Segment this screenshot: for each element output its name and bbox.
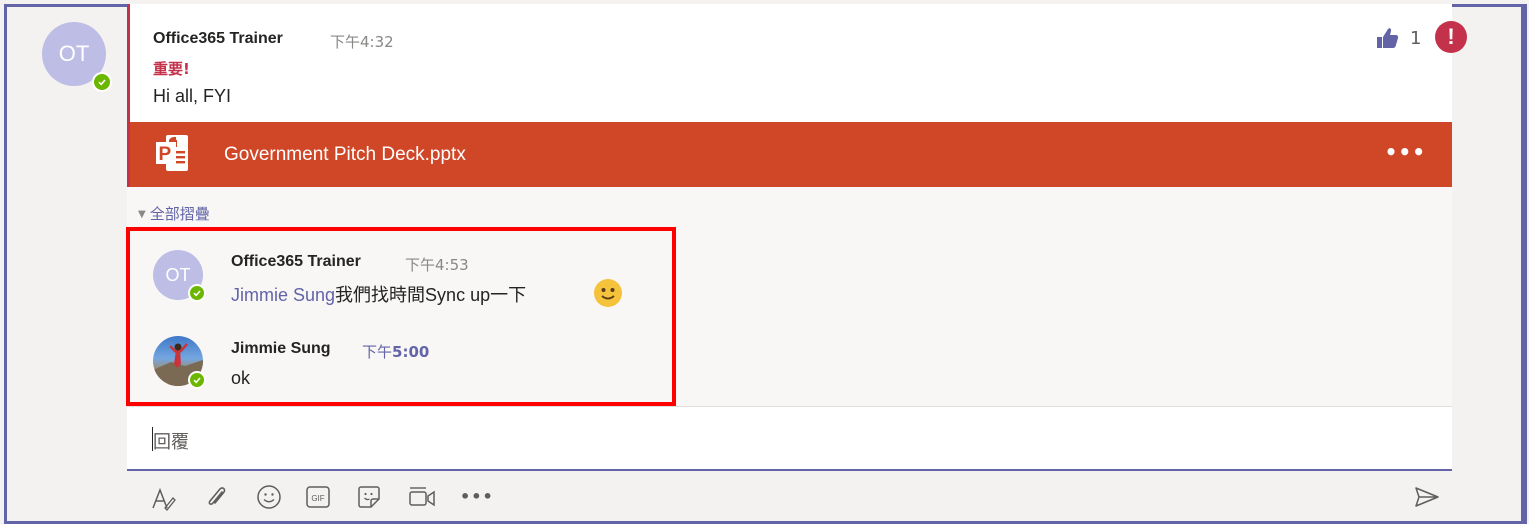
powerpoint-icon: P — [152, 134, 204, 178]
gif-icon[interactable]: GIF — [305, 484, 331, 514]
urgent-mark: ! — [1447, 24, 1455, 49]
reply-placeholder: 回覆 — [153, 432, 189, 453]
like-count: 1 — [1410, 28, 1422, 49]
avatar-initials: OT — [58, 41, 90, 66]
attachment-more-options-button[interactable]: ••• — [1385, 140, 1426, 164]
collapse-all-label: 全部摺疊 — [149, 205, 210, 223]
gif-label: GIF — [311, 494, 324, 503]
message-timestamp: 下午4:32 — [330, 33, 394, 51]
more-options-icon[interactable]: ••• — [460, 487, 494, 506]
meet-now-icon[interactable] — [407, 484, 437, 514]
thumbs-up-icon[interactable] — [1374, 26, 1400, 54]
collapse-all-button[interactable]: ▼ 全部摺疊 — [138, 203, 210, 224]
send-icon[interactable] — [1413, 484, 1441, 514]
urgent-icon: ! — [1435, 21, 1467, 53]
attachment-file-name[interactable]: Government Pitch Deck.pptx — [224, 144, 466, 166]
file-attachment-card[interactable]: P Government Pitch Deck.pptx ••• — [130, 122, 1452, 187]
message-body: Hi all, FYI — [153, 86, 232, 106]
emoji-icon[interactable] — [256, 484, 282, 514]
presence-available-icon — [92, 72, 112, 92]
attach-icon[interactable] — [205, 484, 229, 514]
message-author[interactable]: Office365 Trainer — [153, 30, 283, 48]
annotation-highlight-box — [126, 227, 676, 406]
reply-input-box[interactable]: 回覆 — [127, 406, 1452, 471]
importance-label: 重要! — [153, 60, 190, 78]
svg-text:P: P — [159, 144, 172, 165]
sticker-icon[interactable] — [356, 484, 382, 514]
format-icon[interactable] — [151, 486, 177, 516]
collapse-triangle-icon: ▼ — [138, 209, 146, 220]
